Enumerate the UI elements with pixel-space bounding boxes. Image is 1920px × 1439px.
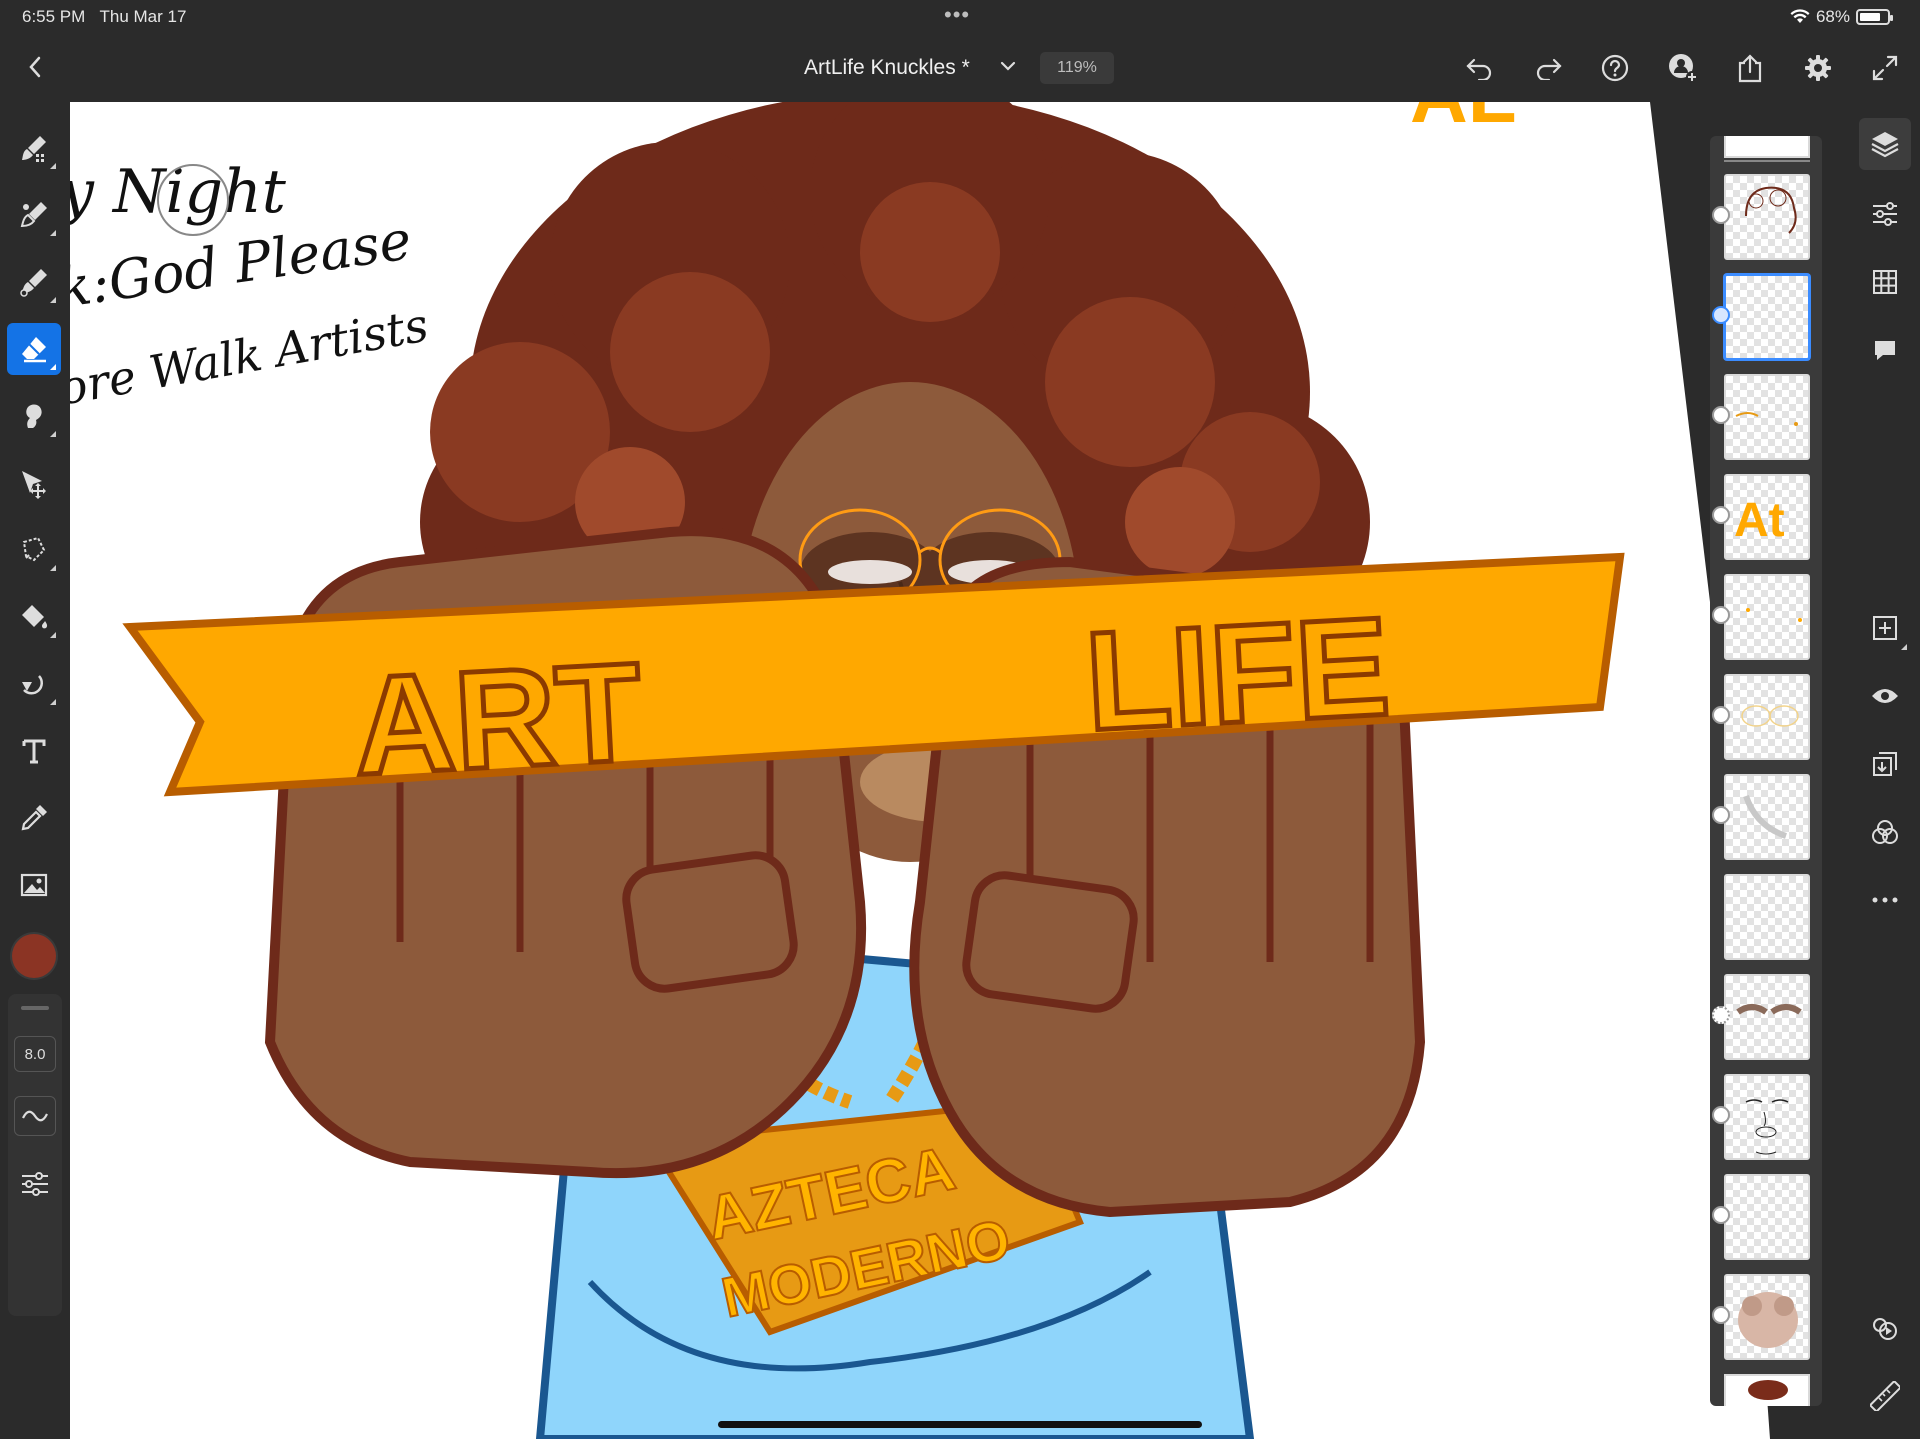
- layer-partial-bottom[interactable]: [1724, 1374, 1810, 1406]
- layer-glasses-outline[interactable]: [1724, 674, 1810, 760]
- layer-visibility-toggle[interactable]: [1712, 806, 1730, 824]
- layer-face-lineart[interactable]: [1724, 1074, 1810, 1160]
- smudge-icon[interactable]: [7, 390, 61, 442]
- panel-handle: [21, 1006, 49, 1010]
- layer-glasses[interactable]: [1724, 374, 1810, 460]
- share-icon[interactable]: [1732, 50, 1768, 86]
- brush-settings-icon[interactable]: [14, 1164, 56, 1204]
- layer-clipping-toggle[interactable]: [1712, 1006, 1730, 1024]
- adjustments-icon[interactable]: [1859, 188, 1911, 240]
- layers-panel: At: [1710, 136, 1822, 1406]
- layers-icon[interactable]: [1859, 118, 1911, 170]
- liquify-icon[interactable]: [7, 658, 61, 710]
- handwriting-line-3: ore Walk Artists: [70, 298, 432, 416]
- top-toolbar: ArtLife Knuckles * 119%: [0, 34, 1920, 103]
- layer-partial-top[interactable]: [1724, 136, 1810, 158]
- smoothing-icon[interactable]: [14, 1096, 56, 1136]
- right-toolbar: [1850, 102, 1920, 1439]
- settings-icon[interactable]: [1800, 50, 1836, 86]
- layer-visibility-toggle[interactable]: [1712, 206, 1730, 224]
- layer-visibility-toggle[interactable]: [1712, 1106, 1730, 1124]
- banner-text-art: ART: [350, 633, 646, 805]
- status-time: 6:55 PM Thu Mar 17: [22, 7, 187, 26]
- chevron-down-icon[interactable]: [998, 54, 1018, 78]
- layer-al-logo[interactable]: At: [1724, 474, 1810, 560]
- svg-text:At: At: [1734, 494, 1785, 547]
- layer-visibility-toggle[interactable]: [1712, 706, 1730, 724]
- grid-icon[interactable]: [1859, 256, 1911, 308]
- layer-blank[interactable]: [1724, 874, 1810, 960]
- zoom-level[interactable]: 119%: [1040, 52, 1114, 84]
- ruler-icon[interactable]: [1859, 1370, 1911, 1422]
- document-title[interactable]: ArtLife Knuckles *: [804, 56, 970, 80]
- artwork: AZTECA MODERNO ART LIFE y Night k:God Pl…: [70, 102, 1850, 1439]
- drawing-canvas[interactable]: AZTECA MODERNO ART LIFE y Night k:God Pl…: [70, 102, 1850, 1439]
- battery-percent: 68%: [1815, 7, 1850, 26]
- live-brush-icon[interactable]: [7, 189, 61, 241]
- invite-icon[interactable]: [1665, 50, 1701, 86]
- layer-blank-2[interactable]: [1724, 1174, 1810, 1260]
- layer-face-shading[interactable]: [1724, 774, 1810, 860]
- brush-settings-panel: 8.0: [8, 994, 62, 1316]
- help-icon[interactable]: [1597, 50, 1633, 86]
- blend-icon[interactable]: [1859, 806, 1911, 858]
- redo-icon[interactable]: [1530, 50, 1566, 86]
- type-icon[interactable]: [7, 725, 61, 777]
- layer-highlights[interactable]: [1724, 574, 1810, 660]
- layer-hair-color[interactable]: [1724, 1274, 1810, 1360]
- selection-icon[interactable]: [7, 524, 61, 576]
- transform-icon[interactable]: [7, 457, 61, 509]
- left-toolbar: 8.0: [0, 102, 70, 1439]
- add-layer-icon[interactable]: [1859, 602, 1911, 654]
- pixel-brush-icon[interactable]: [7, 122, 61, 174]
- wifi-icon: [1790, 9, 1810, 23]
- eyedropper-icon[interactable]: [7, 792, 61, 844]
- layer-eyebrows[interactable]: [1724, 974, 1810, 1060]
- status-indicators: 68%: [1790, 7, 1893, 27]
- eraser-icon[interactable]: [7, 323, 61, 375]
- fullscreen-icon[interactable]: [1867, 50, 1903, 86]
- undo-icon[interactable]: [1462, 50, 1498, 86]
- image-icon[interactable]: [7, 859, 61, 911]
- layer-visibility-toggle[interactable]: [1712, 1206, 1730, 1224]
- comments-icon[interactable]: [1859, 324, 1911, 376]
- layer-visibility-toggle[interactable]: [1712, 606, 1730, 624]
- corner-logo-fragment: AL: [1410, 102, 1517, 139]
- layer-visibility-toggle[interactable]: [1712, 306, 1730, 324]
- vector-brush-icon[interactable]: [7, 256, 61, 308]
- handwriting: y Night k:God Please ore Walk Artists: [70, 157, 432, 416]
- layer-hair-sketch[interactable]: [1724, 174, 1810, 260]
- layer-divider: [1724, 160, 1810, 162]
- back-icon[interactable]: [20, 52, 50, 82]
- multitask-dots[interactable]: •••: [944, 2, 970, 28]
- layer-visibility-toggle[interactable]: [1712, 1306, 1730, 1324]
- status-bar: 6:55 PM Thu Mar 17 ••• 68%: [0, 0, 1920, 34]
- layer-empty-selected[interactable]: [1724, 274, 1810, 360]
- home-indicator[interactable]: [718, 1421, 1202, 1428]
- visibility-icon[interactable]: [1859, 670, 1911, 722]
- merge-down-icon[interactable]: [1859, 738, 1911, 790]
- brush-size-value[interactable]: 8.0: [14, 1036, 56, 1072]
- history-icon[interactable]: [1859, 1302, 1911, 1354]
- battery-icon: [1856, 9, 1893, 25]
- color-picker-swatch[interactable]: [12, 934, 56, 978]
- fill-icon[interactable]: [7, 591, 61, 643]
- more-icon[interactable]: [1859, 874, 1911, 926]
- banner-text-life: LIFE: [1082, 587, 1393, 760]
- layer-visibility-toggle[interactable]: [1712, 506, 1730, 524]
- layer-visibility-toggle[interactable]: [1712, 406, 1730, 424]
